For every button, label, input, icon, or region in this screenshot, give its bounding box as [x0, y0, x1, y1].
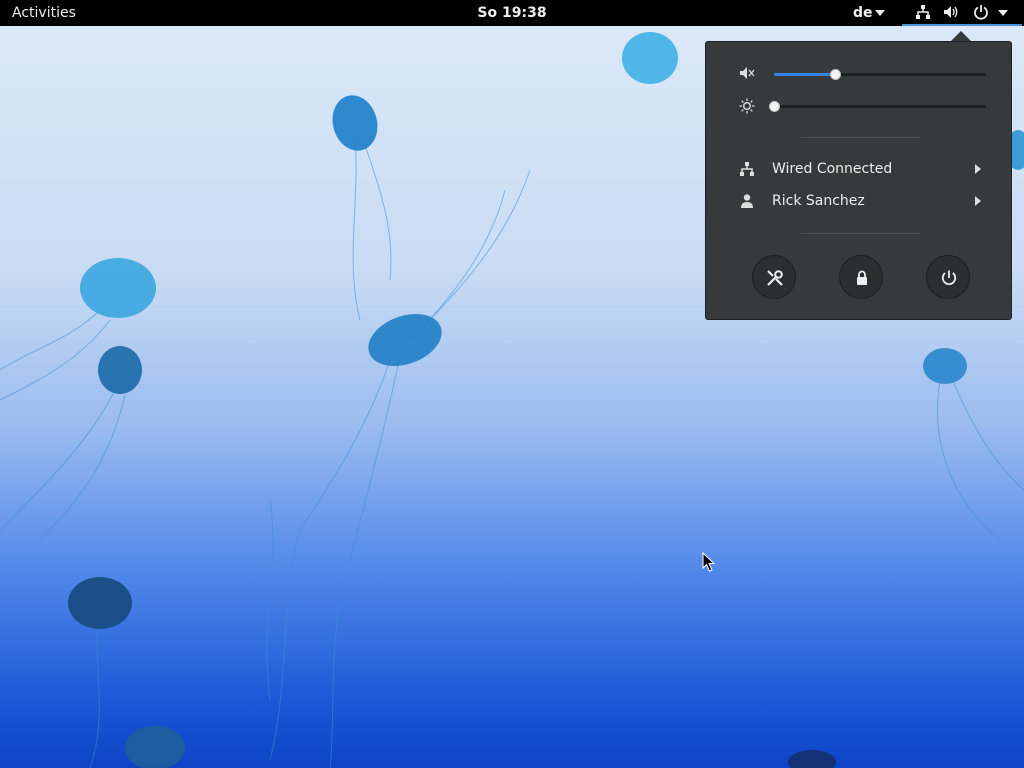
top-bar: Activities So 19:38 de [0, 0, 1024, 26]
lock-screen-button[interactable] [839, 255, 883, 299]
settings-button[interactable] [752, 255, 796, 299]
menu-item-user[interactable]: Rick Sanchez [706, 187, 1011, 215]
power-off-button[interactable] [926, 255, 970, 299]
brightness-icon[interactable] [739, 98, 755, 114]
system-menu: Wired Connected Rick Sanchez [705, 41, 1012, 320]
keyboard-layout-indicator[interactable]: de [853, 4, 873, 22]
network-wired-icon [740, 162, 754, 176]
chevron-right-icon [975, 164, 981, 174]
separator [801, 233, 921, 234]
chevron-down-icon [875, 10, 885, 16]
menu-item-label: Wired Connected [772, 161, 893, 177]
chevron-down-icon[interactable] [998, 10, 1008, 16]
menu-item-wired-connection[interactable]: Wired Connected [706, 155, 1011, 183]
power-icon [941, 270, 957, 285]
clock-day: So [477, 5, 498, 21]
network-wired-icon[interactable] [915, 4, 931, 20]
clock-time: 19:38 [502, 5, 547, 21]
desktop[interactable]: Activities So 19:38 de Wired Connected R… [0, 0, 1024, 768]
menu-item-label: Rick Sanchez [772, 193, 865, 209]
chevron-right-icon [975, 196, 981, 206]
volume-slider[interactable] [774, 69, 986, 80]
volume-muted-icon[interactable] [739, 66, 755, 82]
brightness-row [706, 96, 1011, 116]
lock-icon [857, 270, 867, 285]
settings-icon [767, 270, 783, 286]
status-area-highlight [902, 24, 1022, 26]
mouse-cursor-icon [702, 552, 716, 572]
volume-icon[interactable] [943, 4, 961, 20]
power-icon[interactable] [973, 4, 989, 20]
volume-slider-handle[interactable] [830, 69, 842, 80]
volume-row [706, 64, 1011, 84]
user-icon [741, 194, 753, 208]
volume-slider-fill [774, 73, 836, 76]
brightness-slider-handle[interactable] [769, 101, 780, 112]
brightness-slider[interactable] [769, 101, 986, 112]
separator [801, 137, 921, 138]
